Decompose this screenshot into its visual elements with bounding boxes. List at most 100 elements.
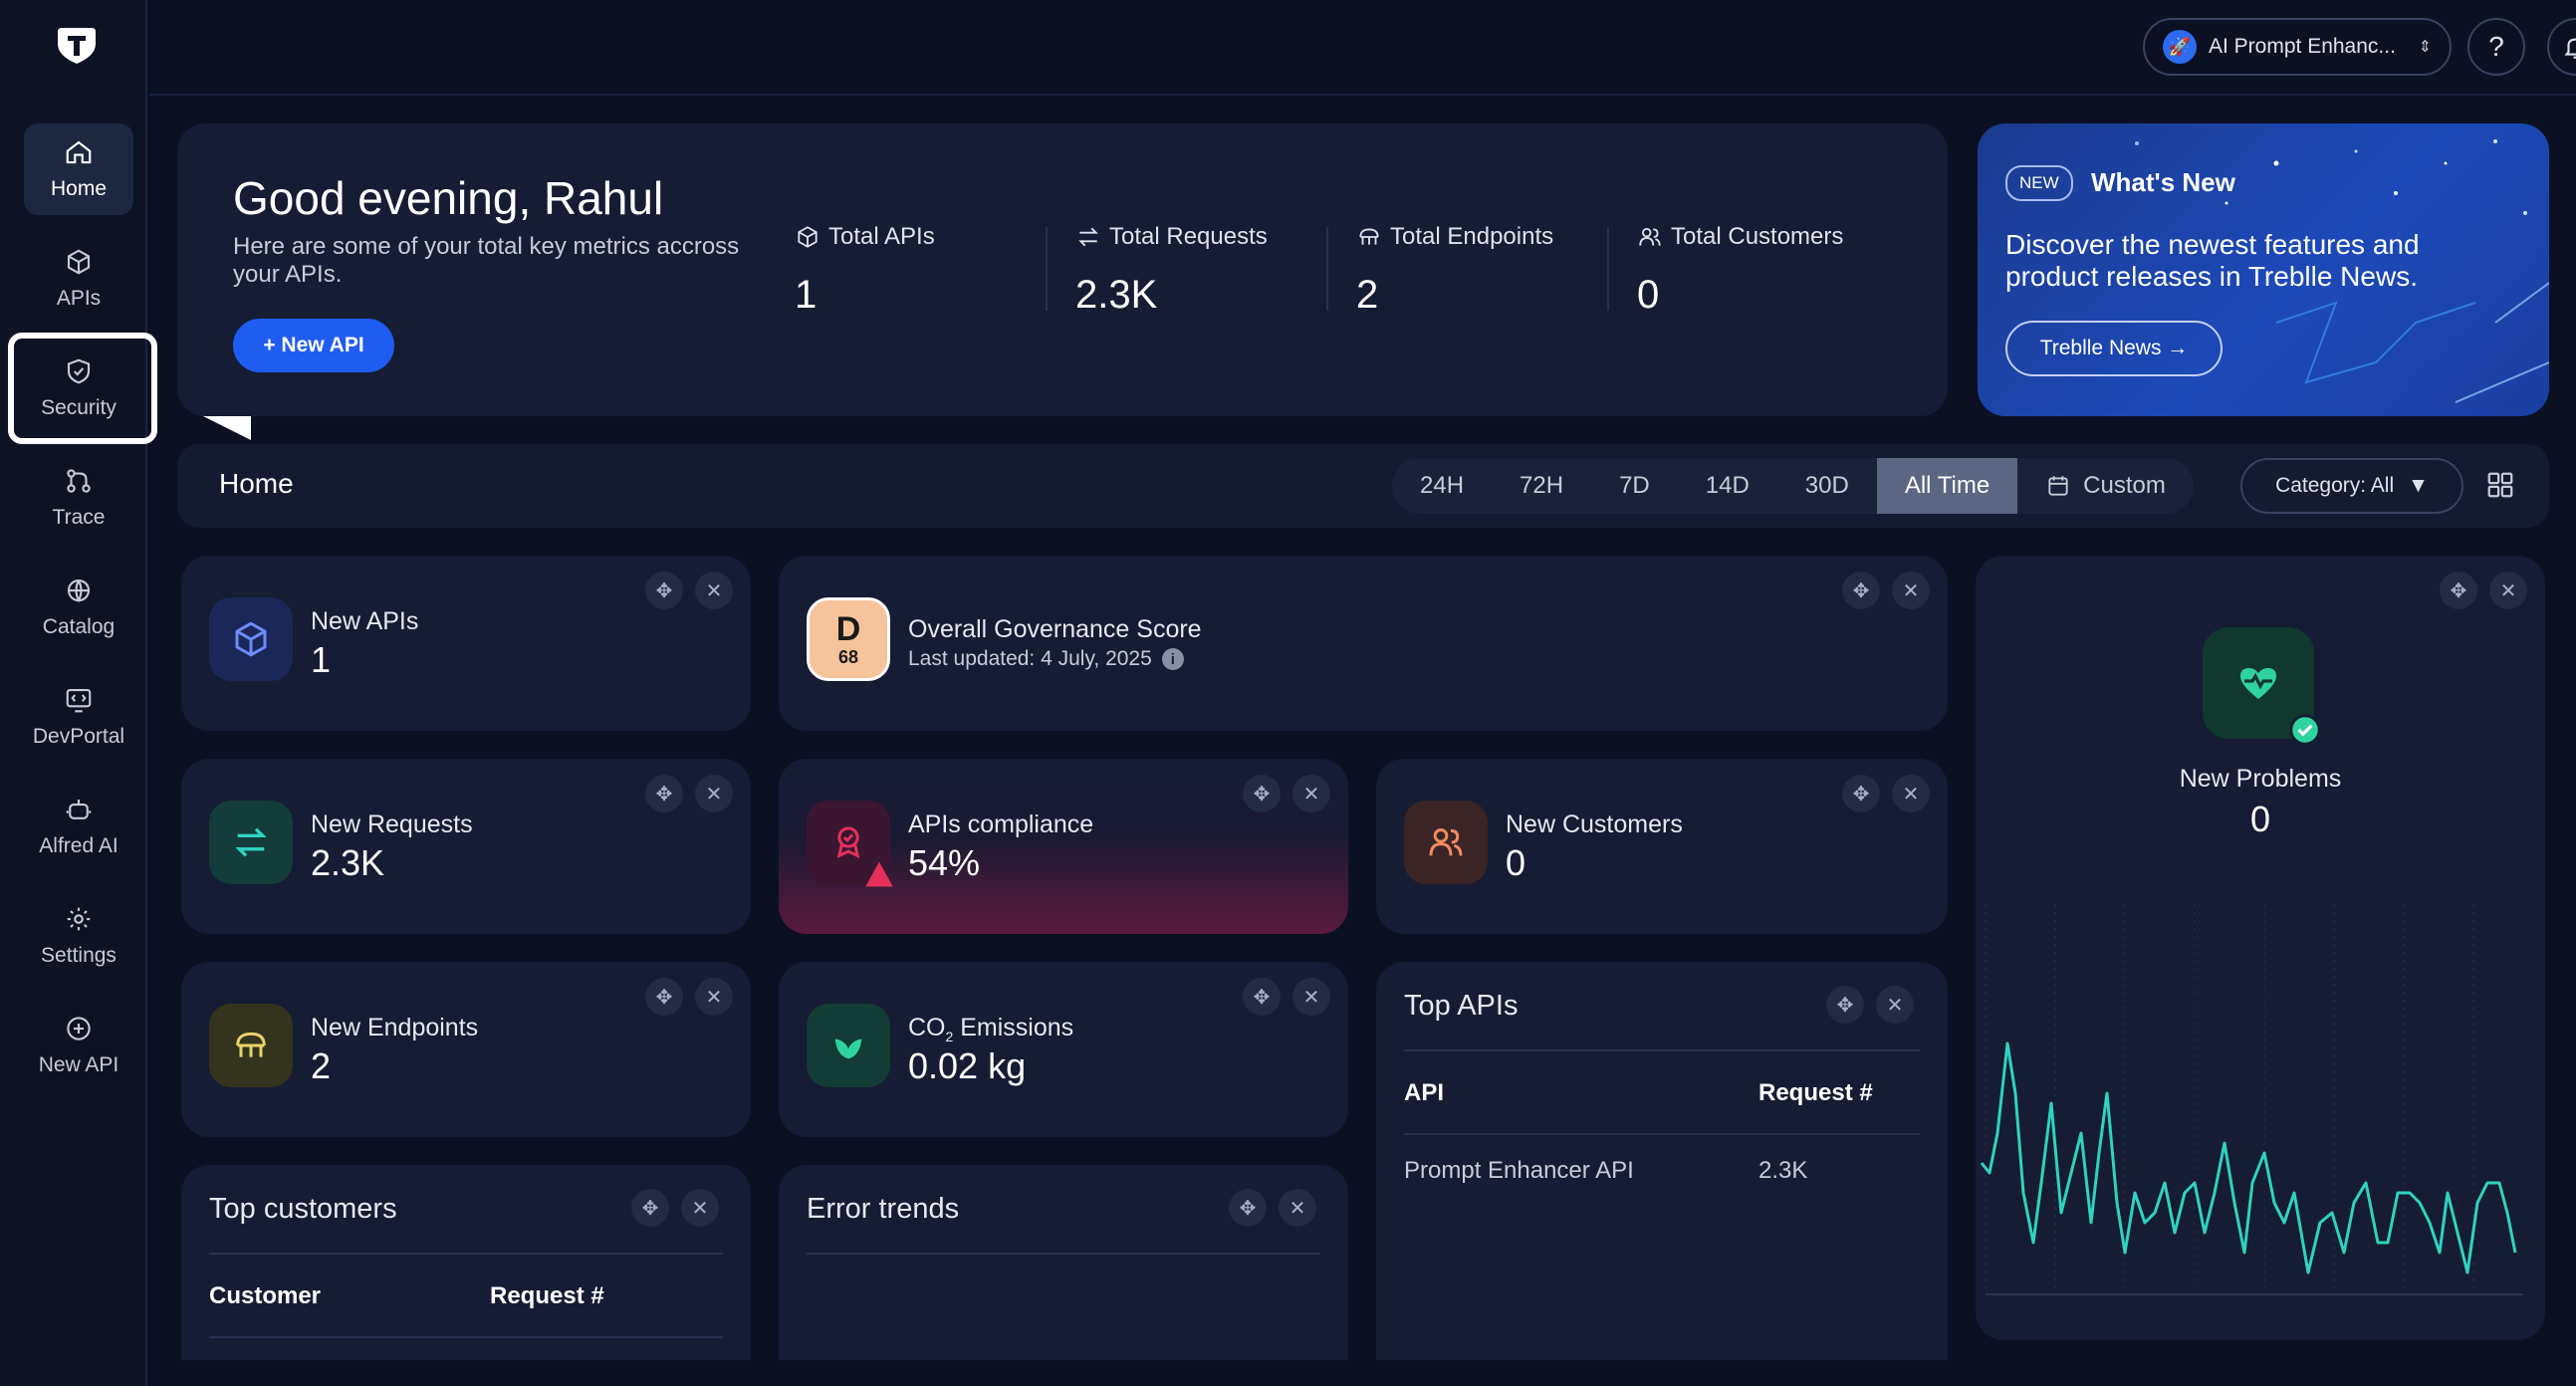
column-header-api: API (1404, 1079, 1445, 1106)
metric-divider (1046, 227, 1048, 311)
rocket-icon: 🚀 (2163, 30, 2197, 64)
help-button[interactable]: ? (2467, 18, 2525, 76)
drag-handle-icon[interactable]: ✥ (1842, 572, 1880, 609)
new-apis-icon-tile (209, 597, 293, 681)
drag-handle-icon[interactable]: ✥ (1842, 775, 1880, 812)
range-30d[interactable]: 30D (1777, 458, 1877, 514)
metric-value: 0 (1637, 273, 1660, 317)
widget-value: 0 (2249, 799, 2271, 839)
range-24h[interactable]: 24H (1392, 458, 1492, 514)
range-72h[interactable]: 72H (1492, 458, 1591, 514)
treblle-logo[interactable] (54, 22, 100, 68)
metric-value: 1 (795, 273, 818, 317)
widget-error-trends: Error trends ✥ ✕ (779, 1165, 1348, 1360)
widget-title: New Customers (1506, 810, 1683, 838)
nav-item-new-api[interactable]: New API (24, 1000, 133, 1091)
greeting-title: Good evening, Rahul (233, 172, 664, 224)
widget-apis-compliance: APIs compliance 54% ✥ ✕ (779, 759, 1348, 934)
new-problems-icon-tile (2203, 627, 2321, 746)
new-endpoints-icon-tile (209, 1004, 293, 1087)
endpoints-icon (236, 1032, 266, 1057)
news-text: Discover the newest features and product… (2005, 229, 2420, 293)
widget-new-apis: New APIs 1 ✥ ✕ (181, 556, 751, 731)
widget-co2-emissions: CO2 Emissions 0.02 kg ✥ ✕ (779, 962, 1348, 1137)
drag-handle-icon[interactable]: ✥ (1243, 978, 1281, 1016)
drag-handle-icon[interactable]: ✥ (645, 775, 683, 812)
range-all-time[interactable]: All Time (1876, 458, 2018, 514)
notifications-button[interactable] (2547, 18, 2576, 76)
project-selector[interactable]: 🚀 AI Prompt Enhanc... ⇕ (2143, 18, 2452, 76)
layout-grid-icon[interactable] (2485, 470, 2515, 500)
metric-total-customers: Total Customers 0 (1637, 223, 1843, 318)
drag-handle-icon[interactable]: ✥ (1243, 775, 1281, 812)
endpoints-icon (1359, 228, 1379, 245)
close-icon[interactable]: ✕ (1892, 572, 1930, 609)
trace-icon (67, 469, 91, 493)
widget-value: 0.02 kg (908, 1045, 1027, 1086)
close-icon[interactable]: ✕ (1892, 775, 1930, 812)
drag-handle-icon[interactable]: ✥ (645, 978, 683, 1016)
metric-label: Total Customers (1671, 223, 1844, 250)
close-icon[interactable]: ✕ (1279, 1189, 1316, 1227)
widget-title: Top APIs (1404, 990, 1519, 1022)
nav-item-catalog[interactable]: Catalog (24, 562, 133, 653)
close-icon[interactable]: ✕ (695, 775, 733, 812)
co2-icon-tile (807, 1004, 890, 1087)
project-name: AI Prompt Enhanc... (2209, 35, 2396, 58)
new-customers-icon-tile (1404, 801, 1488, 884)
range-custom[interactable]: Custom (2017, 458, 2194, 514)
nav-item-alfred-ai[interactable]: Alfred AI (24, 781, 133, 872)
nav-item-trace[interactable]: Trace (24, 452, 133, 544)
info-icon[interactable]: i (1161, 648, 1184, 670)
nav-label: Trace (52, 506, 106, 529)
category-dropdown[interactable]: Category: All ▼ (2240, 458, 2463, 514)
nav-label: DevPortal (32, 725, 125, 748)
widget-title: Overall Governance Score (908, 615, 1202, 643)
widget-title: Error trends (807, 1193, 960, 1225)
close-icon[interactable]: ✕ (1292, 978, 1330, 1016)
warning-triangle-icon (865, 861, 893, 887)
close-icon[interactable]: ✕ (695, 978, 733, 1016)
widget-value: 1 (311, 639, 332, 680)
close-icon[interactable]: ✕ (681, 1189, 719, 1227)
drag-handle-icon[interactable]: ✥ (631, 1189, 669, 1227)
range-14d[interactable]: 14D (1678, 458, 1777, 514)
drag-handle-icon[interactable]: ✥ (1229, 1189, 1267, 1227)
nav-label: Alfred AI (39, 834, 118, 857)
drag-handle-icon[interactable]: ✥ (1826, 986, 1864, 1024)
swap-arrows-icon (235, 827, 267, 857)
treblle-news-button[interactable]: Treblle News → (2005, 321, 2223, 376)
plus-circle-icon (67, 1017, 91, 1040)
widget-title: New Endpoints (311, 1014, 479, 1041)
metric-total-endpoints: Total Endpoints 2 (1356, 223, 1553, 318)
metric-label: Total APIs (828, 223, 935, 250)
close-icon[interactable]: ✕ (1876, 986, 1914, 1024)
range-7d[interactable]: 7D (1591, 458, 1678, 514)
security-highlight-box (8, 333, 157, 444)
cube-icon (235, 621, 267, 657)
close-icon[interactable]: ✕ (2489, 572, 2527, 609)
widget-title: New Requests (311, 810, 473, 838)
widget-title: New APIs (311, 607, 419, 635)
drag-handle-icon[interactable]: ✥ (645, 572, 683, 609)
widget-new-customers: New Customers 0 ✥ ✕ (1376, 759, 1948, 934)
governance-score: 68 (837, 647, 859, 667)
nav-item-settings[interactable]: Settings (24, 890, 133, 982)
close-icon[interactable]: ✕ (1292, 775, 1330, 812)
widget-top-apis: Top APIs ✥ ✕ API Request # Prompt Enhanc… (1376, 962, 1948, 1360)
close-icon[interactable]: ✕ (695, 572, 733, 609)
nav-item-home[interactable]: Home (24, 123, 133, 215)
nav-item-devportal[interactable]: DevPortal (24, 671, 133, 763)
metric-label: Total Endpoints (1390, 223, 1554, 250)
column-header-requests: Request # (490, 1282, 604, 1309)
drag-handle-icon[interactable]: ✥ (2440, 572, 2477, 609)
divider (1404, 1049, 1920, 1051)
new-api-button[interactable]: + New API (233, 319, 394, 372)
cube-icon (67, 249, 91, 275)
column-header-requests: Request # (1758, 1079, 1873, 1106)
nav-item-apis[interactable]: APIs (24, 233, 133, 325)
widget-governance-score: D 68 Overall Governance Score Last updat… (779, 556, 1948, 731)
devportal-icon (66, 688, 92, 713)
custom-label: Custom (2083, 472, 2166, 499)
metric-total-requests: Total Requests 2.3K (1075, 223, 1268, 318)
